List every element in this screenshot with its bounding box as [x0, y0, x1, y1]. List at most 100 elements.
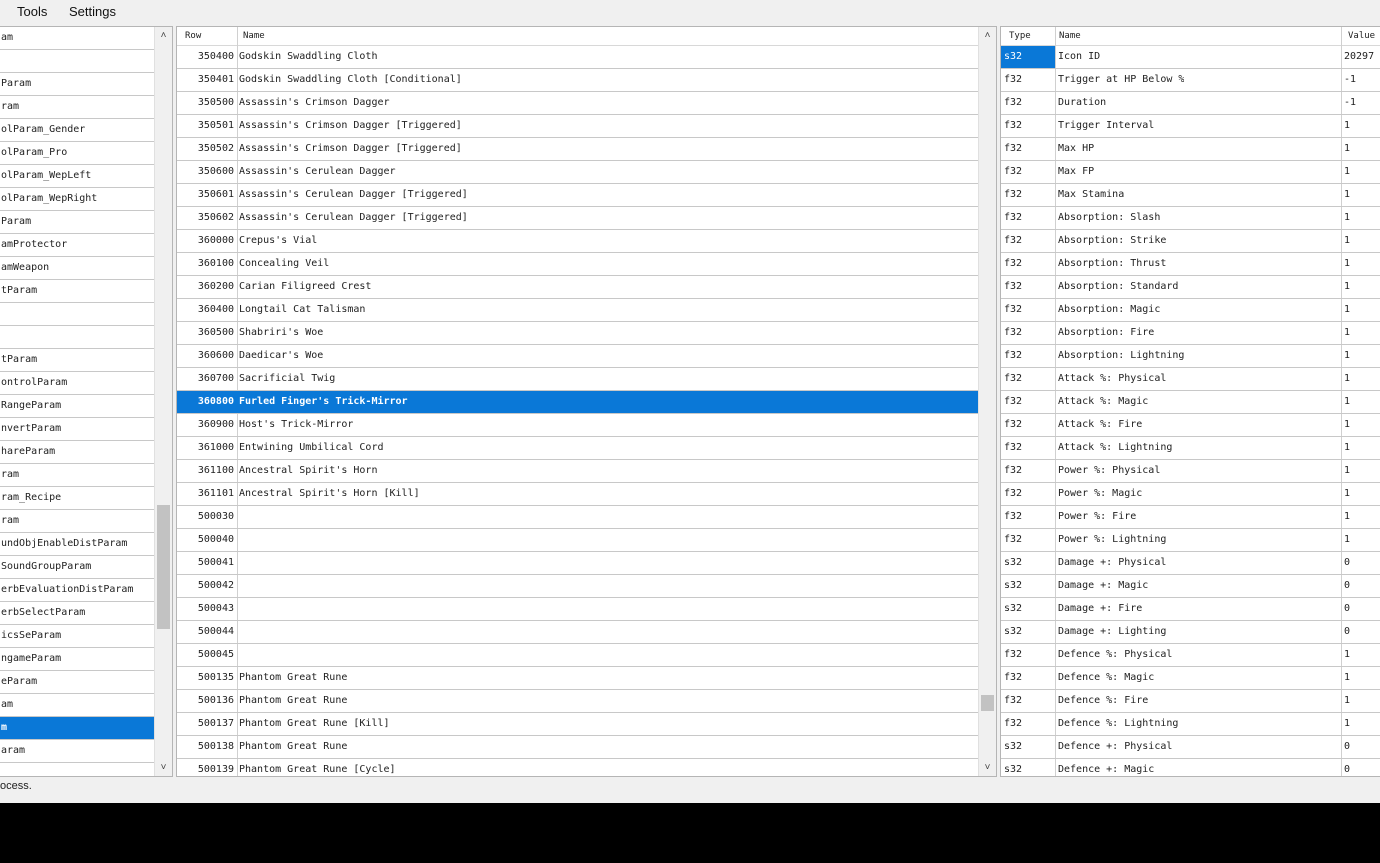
param-list-item[interactable]: erbSelectParam — [0, 602, 154, 625]
field-value[interactable]: 0 — [1344, 598, 1350, 620]
table-row[interactable]: 500137 Phantom Great Rune [Kill] — [177, 713, 978, 736]
field-value[interactable]: 0 — [1344, 736, 1350, 758]
table-row[interactable]: 361000 Entwining Umbilical Cord — [177, 437, 978, 460]
field-row[interactable]: f32 Max FP 1 — [1001, 161, 1380, 184]
row-list-scrollbar[interactable]: ˄ ˅ — [978, 27, 996, 776]
table-row[interactable]: 360000 Crepus's Vial — [177, 230, 978, 253]
field-row[interactable]: s32 Damage +: Magic 0 — [1001, 575, 1380, 598]
table-row[interactable]: 500136 Phantom Great Rune — [177, 690, 978, 713]
table-row[interactable]: 500043 — [177, 598, 978, 621]
field-row[interactable]: f32 Duration -1 — [1001, 92, 1380, 115]
chevron-down-icon[interactable]: ˅ — [155, 759, 172, 776]
field-value[interactable]: 1 — [1344, 276, 1350, 298]
table-row[interactable]: 360800 Furled Finger's Trick-Mirror — [177, 391, 978, 414]
field-row[interactable]: f32 Defence %: Physical 1 — [1001, 644, 1380, 667]
field-row[interactable]: f32 Absorption: Standard 1 — [1001, 276, 1380, 299]
field-row[interactable]: f32 Absorption: Slash 1 — [1001, 207, 1380, 230]
param-list-item[interactable]: am — [0, 694, 154, 717]
table-row[interactable]: 500139 Phantom Great Rune [Cycle] — [177, 759, 978, 776]
field-value[interactable]: 1 — [1344, 506, 1350, 528]
param-list-item[interactable]: ram — [0, 96, 154, 119]
param-list-item[interactable]: SoundGroupParam — [0, 556, 154, 579]
table-row[interactable]: 360500 Shabriri's Woe — [177, 322, 978, 345]
param-list-item[interactable]: icsSeParam — [0, 625, 154, 648]
table-row[interactable]: 360200 Carian Filigreed Crest — [177, 276, 978, 299]
field-value[interactable]: 1 — [1344, 690, 1350, 712]
field-value[interactable]: 1 — [1344, 299, 1350, 321]
param-list-item[interactable]: amProtector — [0, 234, 154, 257]
field-row[interactable]: s32 Damage +: Physical 0 — [1001, 552, 1380, 575]
table-row[interactable]: 350500 Assassin's Crimson Dagger — [177, 92, 978, 115]
table-row[interactable]: 500041 — [177, 552, 978, 575]
field-value[interactable]: 1 — [1344, 230, 1350, 252]
param-list-item[interactable]: olParam_WepRight — [0, 188, 154, 211]
param-list-item[interactable]: olParam_Gender — [0, 119, 154, 142]
field-row[interactable]: f32 Max Stamina 1 — [1001, 184, 1380, 207]
table-row[interactable]: 350501 Assassin's Crimson Dagger [Trigger… — [177, 115, 978, 138]
table-row[interactable]: 350401 Godskin Swaddling Cloth [Condition… — [177, 69, 978, 92]
table-row[interactable]: 350400 Godskin Swaddling Cloth — [177, 46, 978, 69]
param-list-item[interactable]: Param — [0, 73, 154, 96]
field-value[interactable]: 1 — [1344, 667, 1350, 689]
menu-tools[interactable]: Tools — [17, 4, 47, 19]
field-value[interactable]: 1 — [1344, 368, 1350, 390]
table-row[interactable]: 500138 Phantom Great Rune — [177, 736, 978, 759]
field-row[interactable]: f32 Power %: Fire 1 — [1001, 506, 1380, 529]
field-value[interactable]: 1 — [1344, 391, 1350, 413]
field-row[interactable]: s32 Damage +: Lighting 0 — [1001, 621, 1380, 644]
param-list-item[interactable]: ram — [0, 464, 154, 487]
table-row[interactable]: 360100 Concealing Veil — [177, 253, 978, 276]
param-list-item[interactable]: olParam_WepLeft — [0, 165, 154, 188]
field-row[interactable]: f32 Power %: Physical 1 — [1001, 460, 1380, 483]
param-list-item[interactable] — [0, 50, 154, 73]
menu-settings[interactable]: Settings — [69, 4, 116, 19]
field-value[interactable]: 20297 — [1344, 46, 1374, 68]
field-value[interactable]: 1 — [1344, 644, 1350, 666]
param-list-item[interactable]: undObjEnableDistParam — [0, 533, 154, 556]
table-row[interactable]: 350600 Assassin's Cerulean Dagger — [177, 161, 978, 184]
field-value[interactable]: 1 — [1344, 207, 1350, 229]
table-row[interactable]: 500042 — [177, 575, 978, 598]
param-list-item[interactable] — [0, 326, 154, 349]
table-row[interactable]: 350502 Assassin's Crimson Dagger [Trigger… — [177, 138, 978, 161]
field-row[interactable]: f32 Defence %: Fire 1 — [1001, 690, 1380, 713]
field-row[interactable]: s32 Defence +: Magic 0 — [1001, 759, 1380, 776]
table-row[interactable]: 500045 — [177, 644, 978, 667]
field-value[interactable]: 0 — [1344, 552, 1350, 574]
param-list-item[interactable]: ram — [0, 510, 154, 533]
field-value[interactable]: 1 — [1344, 345, 1350, 367]
field-value[interactable]: 1 — [1344, 414, 1350, 436]
field-value[interactable]: 1 — [1344, 483, 1350, 505]
field-value[interactable]: 1 — [1344, 529, 1350, 551]
table-row[interactable]: 500030 — [177, 506, 978, 529]
table-row[interactable]: 360600 Daedicar's Woe — [177, 345, 978, 368]
field-value[interactable]: 1 — [1344, 161, 1350, 183]
table-row[interactable]: 500040 — [177, 529, 978, 552]
field-value[interactable]: 0 — [1344, 621, 1350, 643]
param-list-item[interactable]: ontrolParam — [0, 372, 154, 395]
table-row[interactable]: 500135 Phantom Great Rune — [177, 667, 978, 690]
field-row[interactable]: f32 Attack %: Magic 1 — [1001, 391, 1380, 414]
field-row[interactable]: f32 Power %: Lightning 1 — [1001, 529, 1380, 552]
field-row[interactable]: f32 Attack %: Lightning 1 — [1001, 437, 1380, 460]
field-row[interactable]: f32 Trigger at HP Below % -1 — [1001, 69, 1380, 92]
field-value[interactable]: 1 — [1344, 253, 1350, 275]
field-row[interactable]: f32 Attack %: Physical 1 — [1001, 368, 1380, 391]
param-list-item[interactable]: nvertParam — [0, 418, 154, 441]
field-value[interactable]: 0 — [1344, 575, 1350, 597]
param-list-item[interactable]: tParam — [0, 349, 154, 372]
table-row[interactable]: 361100 Ancestral Spirit's Horn — [177, 460, 978, 483]
field-value[interactable]: 1 — [1344, 184, 1350, 206]
table-row[interactable]: 350601 Assassin's Cerulean Dagger [Trigge… — [177, 184, 978, 207]
field-row[interactable]: f32 Max HP 1 — [1001, 138, 1380, 161]
field-value[interactable]: 1 — [1344, 322, 1350, 344]
param-list-item[interactable]: erbEvaluationDistParam — [0, 579, 154, 602]
chevron-down-icon[interactable]: ˅ — [979, 759, 996, 776]
param-list-item[interactable]: hareParam — [0, 441, 154, 464]
param-list-item[interactable]: am — [0, 27, 154, 50]
param-list-item[interactable]: olParam_Pro — [0, 142, 154, 165]
scroll-thumb[interactable] — [981, 695, 994, 711]
table-row[interactable]: 360900 Host's Trick-Mirror — [177, 414, 978, 437]
scroll-thumb[interactable] — [157, 505, 170, 629]
param-list-item[interactable]: amWeapon — [0, 257, 154, 280]
